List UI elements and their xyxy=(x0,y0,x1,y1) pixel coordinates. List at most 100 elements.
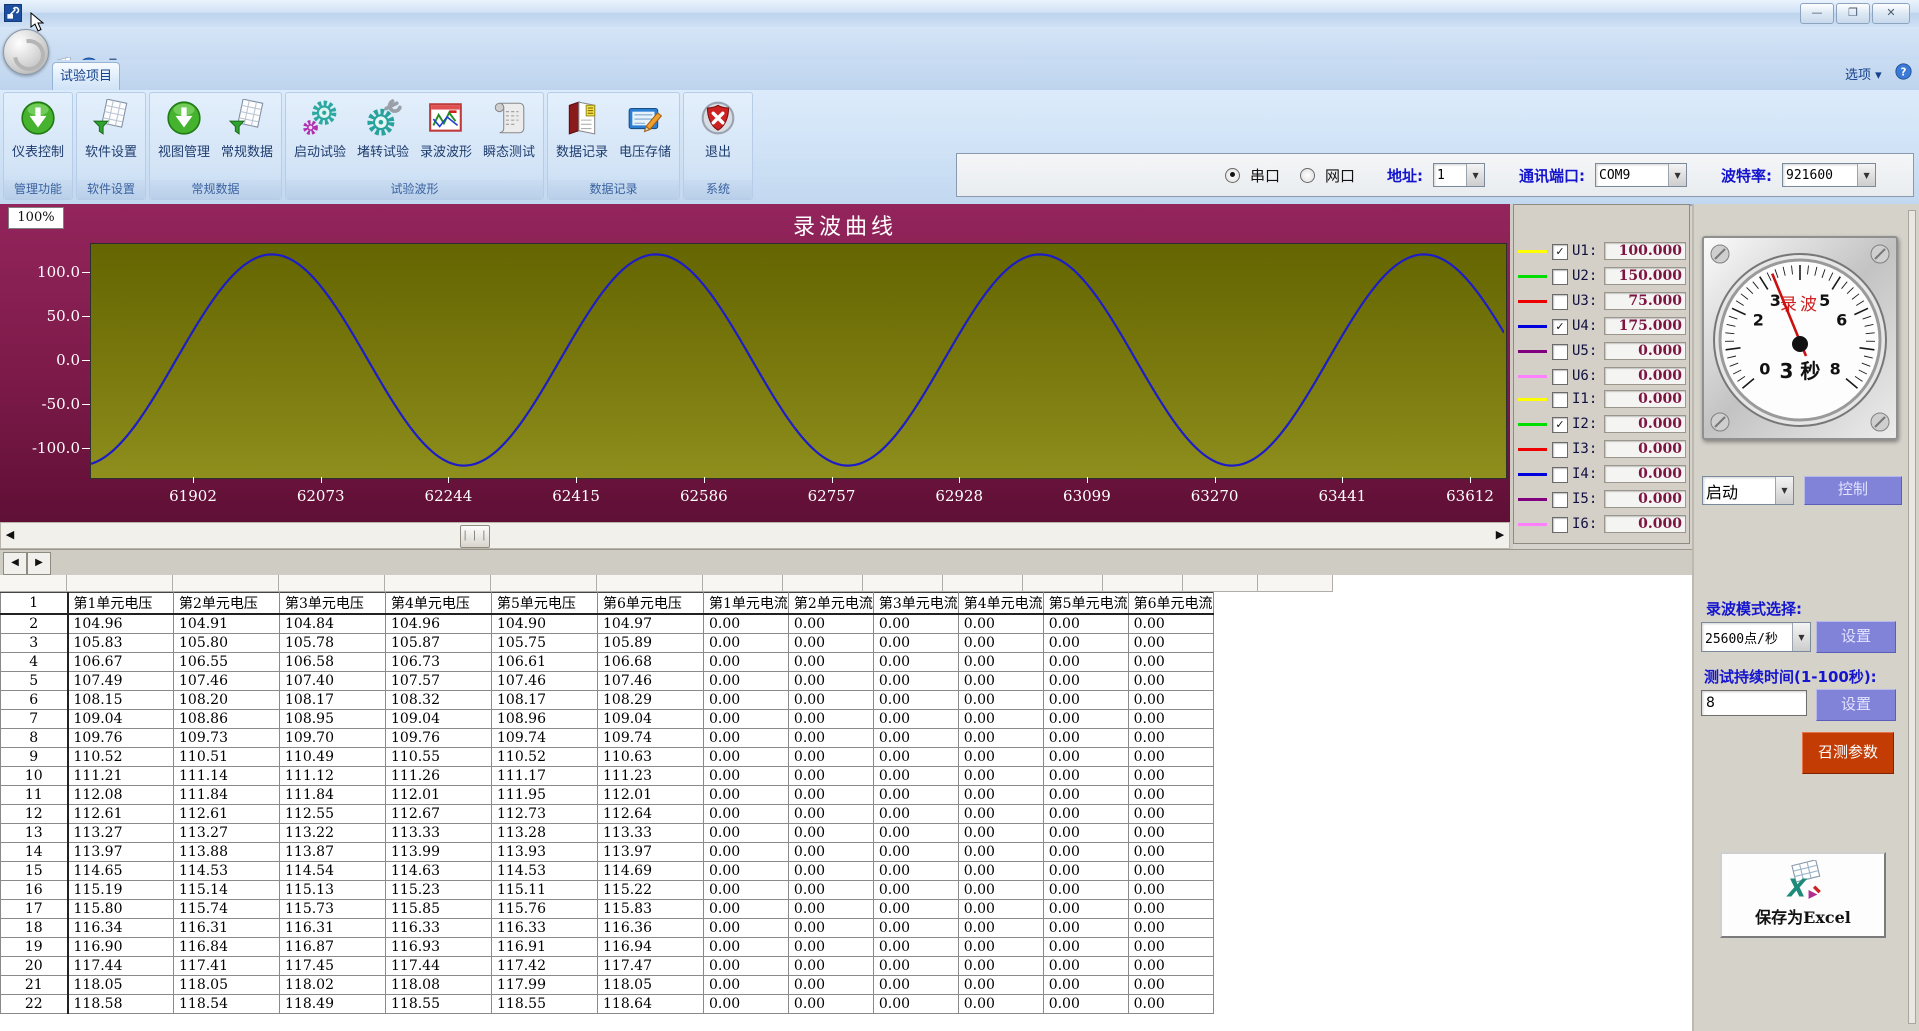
column-header: 第3单元电流 xyxy=(873,593,958,615)
table-cell: 0.00 xyxy=(958,861,1043,880)
ribbon-button-red-book[interactable]: 数据记录 xyxy=(551,95,613,175)
header-strip-cell xyxy=(783,575,863,592)
record-mode-label: 录波模式选择: xyxy=(1706,598,1802,619)
chart-scrollbar-track[interactable] xyxy=(0,522,1510,549)
table-cell: 108.86 xyxy=(174,709,280,728)
table-row: 11112.08111.84111.84112.01111.95112.010.… xyxy=(1,785,1214,804)
header-strip-cell xyxy=(1183,575,1258,592)
table-cell: 109.04 xyxy=(598,709,704,728)
application-menu-button[interactable] xyxy=(3,29,49,75)
panel-scrollbar[interactable] xyxy=(1908,210,1916,1024)
channel-checkbox[interactable]: ✓ xyxy=(1552,417,1568,433)
table-cell: 116.87 xyxy=(280,937,386,956)
ribbon-button-sheet-filter[interactable]: 软件设置 xyxy=(80,95,142,175)
chart-scrollbar-thumb[interactable]: ❘❘❘ xyxy=(460,525,490,548)
table-cell: 0.00 xyxy=(958,804,1043,823)
table-cell: 108.96 xyxy=(492,709,598,728)
network-radio[interactable] xyxy=(1300,168,1315,183)
row-number: 9 xyxy=(1,747,68,766)
table-cell: 0.00 xyxy=(1128,614,1213,633)
channel-checkbox[interactable] xyxy=(1552,269,1568,285)
table-cell: 0.00 xyxy=(958,994,1043,1013)
table-cell: 112.73 xyxy=(492,804,598,823)
row-number: 18 xyxy=(1,918,68,937)
table-cell: 0.00 xyxy=(958,918,1043,937)
data-table[interactable]: 1第1单元电压第2单元电压第3单元电压第4单元电压第5单元电压第6单元电压第1单… xyxy=(0,592,1214,1014)
address-select[interactable]: 1▼ xyxy=(1433,163,1485,187)
table-row: 17115.80115.74115.73115.85115.76115.830.… xyxy=(1,899,1214,918)
channel-color-swatch xyxy=(1518,398,1547,401)
window-icon xyxy=(4,4,22,22)
duration-set-button[interactable]: 设置 xyxy=(1816,689,1896,721)
duration-input[interactable] xyxy=(1701,690,1807,716)
x-axis-tick-label: 61902 xyxy=(148,487,238,505)
channel-checkbox[interactable] xyxy=(1552,467,1568,483)
minimize-button[interactable]: — xyxy=(1800,3,1834,24)
ribbon-button-exit-shield[interactable]: 退出 xyxy=(687,95,749,175)
options-menu[interactable]: 选项 ▾ xyxy=(1845,64,1882,83)
table-cell: 112.64 xyxy=(598,804,704,823)
table-cell: 107.46 xyxy=(492,671,598,690)
x-axis-tick-mark xyxy=(448,477,449,483)
start-mode-select[interactable]: 启动 ▼ xyxy=(1702,476,1794,505)
baud-rate-select[interactable]: 921600▼ xyxy=(1782,163,1876,187)
ribbon-button-notebook-pencil[interactable]: 电压存储 xyxy=(614,95,676,175)
channel-checkbox[interactable] xyxy=(1552,392,1568,408)
channel-value: 100.000 xyxy=(1604,242,1686,260)
table-cell: 118.64 xyxy=(598,994,704,1013)
ribbon-button-gears[interactable]: 启动试验 xyxy=(289,95,351,175)
channel-row-i2: ✓I2:0.000 xyxy=(1514,414,1689,436)
channel-checkbox[interactable] xyxy=(1552,294,1568,310)
table-cell: 106.68 xyxy=(598,652,704,671)
tab-test-items[interactable]: 试验项目 xyxy=(52,62,120,91)
ribbon-button-green-download[interactable]: 视图管理 xyxy=(153,95,215,175)
close-button[interactable]: ✕ xyxy=(1872,3,1910,24)
svg-text:X: X xyxy=(1785,874,1807,900)
header-strip-cell xyxy=(1023,575,1103,592)
channel-checkbox[interactable] xyxy=(1552,369,1568,385)
help-icon[interactable]: ? xyxy=(1895,63,1912,80)
table-cell: 118.55 xyxy=(492,994,598,1013)
ribbon-button-waveform[interactable]: 录波波形 xyxy=(415,95,477,175)
ribbon-button-gear-wrench[interactable]: 堵转试验 xyxy=(352,95,414,175)
table-cell: 117.45 xyxy=(280,956,386,975)
channel-checkbox[interactable] xyxy=(1552,517,1568,533)
scroll-right-icon[interactable]: ▶ xyxy=(1492,527,1508,543)
table-cell: 118.05 xyxy=(68,975,174,994)
serial-radio[interactable] xyxy=(1225,168,1240,183)
table-cell: 104.96 xyxy=(68,614,174,633)
channel-checkbox[interactable] xyxy=(1552,344,1568,360)
comm-port-select[interactable]: COM9▼ xyxy=(1595,163,1687,187)
table-cell: 104.90 xyxy=(492,614,598,633)
table-cell: 116.31 xyxy=(174,918,280,937)
channel-checkbox[interactable] xyxy=(1552,442,1568,458)
ribbon-group: 数据记录电压存储数据记录 xyxy=(547,92,680,200)
query-params-button[interactable]: 召测参数 xyxy=(1802,732,1894,774)
channel-checkbox[interactable] xyxy=(1552,492,1568,508)
channel-checkbox[interactable]: ✓ xyxy=(1552,319,1568,335)
table-cell: 113.99 xyxy=(386,842,492,861)
data-table-area[interactable]: 1第1单元电压第2单元电压第3单元电压第4单元电压第5单元电压第6单元电压第1单… xyxy=(0,575,1692,1031)
table-cell: 113.87 xyxy=(280,842,386,861)
table-cell: 111.23 xyxy=(598,766,704,785)
column-header: 第6单元电压 xyxy=(598,593,704,615)
table-cell: 114.65 xyxy=(68,861,174,880)
channel-checkbox[interactable]: ✓ xyxy=(1552,244,1568,260)
record-mode-set-button[interactable]: 设置 xyxy=(1816,621,1896,653)
maximize-button[interactable]: ❐ xyxy=(1836,3,1870,24)
sheet-tab-left-icon[interactable]: ◀ xyxy=(3,552,27,575)
ribbon-button-sheet-filter[interactable]: 常规数据 xyxy=(216,95,278,175)
save-excel-button[interactable]: X 保存为Excel xyxy=(1720,852,1886,938)
ribbon-button-scroll[interactable]: 瞬态测试 xyxy=(478,95,540,175)
ribbon-button-green-download[interactable]: 仪表控制 xyxy=(7,95,69,175)
sheet-tab-right-icon[interactable]: ▶ xyxy=(27,552,51,575)
channel-value: 0.000 xyxy=(1604,342,1686,360)
scroll-icon xyxy=(490,99,528,137)
x-axis-tick-mark xyxy=(1215,477,1216,483)
channel-value: 0.000 xyxy=(1604,367,1686,385)
table-cell: 0.00 xyxy=(873,823,958,842)
scroll-left-icon[interactable]: ◀ xyxy=(2,527,18,543)
control-button[interactable]: 控制 xyxy=(1804,476,1902,505)
record-mode-select[interactable]: 25600点/秒 ▼ xyxy=(1701,622,1811,652)
save-excel-label: 保存为Excel xyxy=(1722,904,1884,928)
